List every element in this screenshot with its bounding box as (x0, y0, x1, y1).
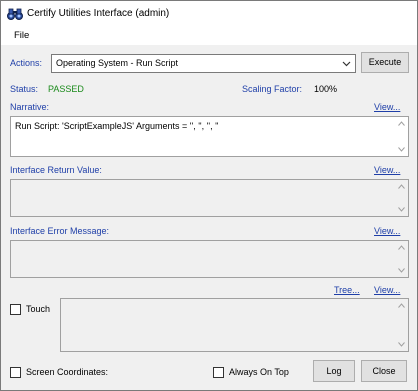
close-button[interactable]: Close (361, 360, 407, 382)
chevron-up-icon[interactable] (398, 245, 405, 250)
error-message-scrollbar[interactable] (395, 241, 408, 277)
narrative-scrollbar[interactable] (395, 117, 408, 156)
return-value-view-link[interactable]: View... (374, 165, 400, 175)
chevron-down-icon[interactable] (398, 268, 405, 273)
return-value-textbox[interactable] (10, 179, 409, 217)
window-title: Certify Utilities Interface (admin) (27, 8, 170, 19)
chevron-up-icon[interactable] (398, 184, 405, 189)
return-value-scrollbar[interactable] (395, 180, 408, 216)
narrative-textbox[interactable]: Run Script: 'ScriptExampleJS' Arguments … (10, 116, 409, 157)
status-value: PASSED (48, 84, 84, 94)
log-button[interactable]: Log (313, 360, 355, 382)
title-bar[interactable]: Certify Utilities Interface (admin) (1, 1, 417, 27)
error-message-view-link[interactable]: View... (374, 226, 400, 236)
touch-label: Touch (26, 304, 51, 314)
status-label: Status: (10, 84, 39, 94)
always-on-top-checkbox[interactable] (213, 367, 224, 378)
narrative-label: Narrative: (10, 102, 50, 112)
always-on-top-label: Always On Top (229, 367, 289, 377)
touch-textbox[interactable] (60, 298, 409, 352)
chevron-up-icon[interactable] (398, 303, 405, 308)
tree-link[interactable]: Tree... (334, 285, 360, 295)
main-window: Certify Utilities Interface (admin) File… (0, 0, 418, 391)
chevron-down-icon (342, 61, 351, 67)
chevron-up-icon[interactable] (398, 121, 405, 126)
scaling-factor-label: Scaling Factor: (242, 84, 303, 94)
actions-selected-value: Operating System - Run Script (56, 58, 179, 68)
screen-coordinates-checkbox[interactable] (10, 367, 21, 378)
actions-label: Actions: (10, 58, 43, 68)
chevron-down-icon[interactable] (398, 147, 405, 152)
return-value-label: Interface Return Value: (10, 165, 102, 175)
tree-view-link[interactable]: View... (374, 285, 400, 295)
binoculars-icon (7, 8, 23, 20)
narrative-text: Run Script: 'ScriptExampleJS' Arguments … (15, 121, 219, 131)
chevron-down-icon[interactable] (398, 342, 405, 347)
error-message-textbox[interactable] (10, 240, 409, 278)
execute-button[interactable]: Execute (361, 52, 409, 73)
menu-bar: File (1, 27, 417, 45)
actions-dropdown[interactable]: Operating System - Run Script (51, 54, 356, 73)
screen-coordinates-label: Screen Coordinates: (26, 367, 109, 377)
chevron-down-icon[interactable] (398, 207, 405, 212)
touch-scrollbar[interactable] (395, 299, 408, 351)
touch-checkbox[interactable] (10, 304, 21, 315)
narrative-view-link[interactable]: View... (374, 102, 400, 112)
error-message-label: Interface Error Message: (10, 226, 110, 236)
menu-file[interactable]: File (14, 30, 29, 41)
scaling-factor-value: 100% (314, 84, 338, 94)
